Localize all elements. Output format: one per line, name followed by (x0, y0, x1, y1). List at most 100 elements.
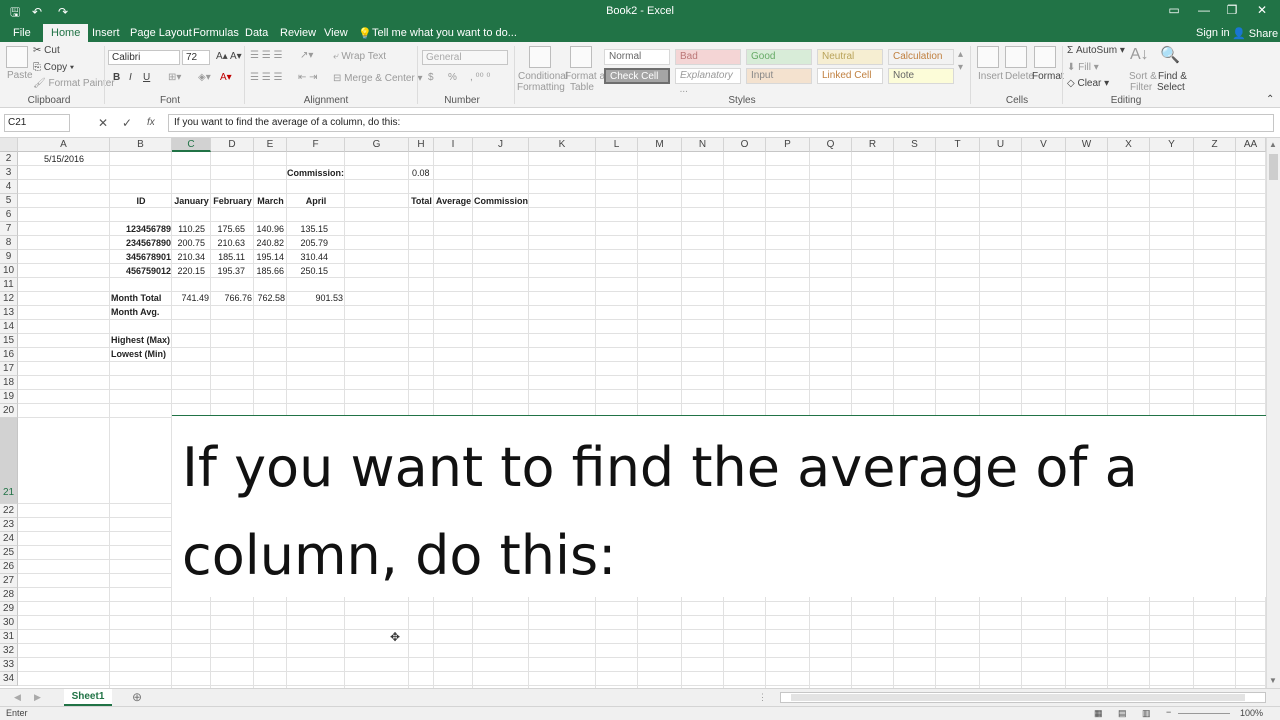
style-normal[interactable]: Normal (604, 49, 670, 65)
italic-button[interactable]: I (129, 72, 132, 83)
row-header-33[interactable]: 33 (0, 658, 18, 672)
autosum-button[interactable]: Σ AutoSum ▾ (1067, 45, 1125, 56)
style-neutral[interactable]: Neutral (817, 49, 883, 65)
format-as-table-icon[interactable] (570, 46, 592, 68)
row-header-11[interactable]: 11 (0, 278, 18, 292)
find-select-label-2[interactable]: Select (1157, 82, 1185, 93)
indent-icon[interactable]: ⇤ ⇥ (298, 72, 318, 83)
insert-cells-button[interactable]: Insert (978, 71, 1003, 82)
close-icon[interactable]: ✕ (1252, 3, 1272, 17)
zoom-level[interactable]: 100% (1240, 708, 1263, 718)
sheet-tab-sheet1[interactable]: Sheet1 (64, 689, 112, 706)
column-header-i[interactable]: I (434, 138, 473, 152)
font-name-select[interactable]: Calibri (108, 50, 180, 65)
cell-january[interactable]: 210.34 (172, 250, 205, 264)
row-header-9[interactable]: 9 (0, 250, 18, 264)
style-bad[interactable]: Bad (675, 49, 741, 65)
tab-home[interactable]: Home (43, 24, 89, 42)
style-explanatory[interactable]: Explanatory ... (675, 68, 741, 95)
minimize-icon[interactable]: — (1194, 3, 1214, 17)
row-header-2[interactable]: 2 (0, 152, 18, 166)
merge-center-button[interactable]: ⊟ Merge & Center ▾ (333, 73, 423, 84)
underline-button[interactable]: U (143, 72, 150, 83)
horizontal-scroll-thumb[interactable] (791, 694, 1245, 701)
column-header-h[interactable]: H (409, 138, 434, 152)
formula-input[interactable]: If you want to find the average of a col… (168, 114, 1274, 132)
cell-id[interactable]: 234567890 (110, 236, 171, 250)
style-input[interactable]: Input (746, 68, 812, 84)
cell-april[interactable]: 135.15 (287, 222, 328, 236)
row-header-32[interactable]: 32 (0, 644, 18, 658)
conditional-formatting-label-1[interactable]: Conditional (518, 71, 568, 82)
column-header-u[interactable]: U (980, 138, 1022, 152)
cell-february[interactable]: 175.65 (211, 222, 245, 236)
row-header-5[interactable]: 5 (0, 194, 18, 208)
cell-january[interactable]: 200.75 (172, 236, 205, 250)
month-total-january[interactable]: 741.49 (172, 291, 209, 305)
row-header-23[interactable]: 23 (0, 518, 18, 532)
row-header-18[interactable]: 18 (0, 376, 18, 390)
cut-button[interactable]: ✂ Cut (33, 45, 60, 56)
cell-january[interactable]: 110.25 (172, 222, 205, 236)
column-header-e[interactable]: E (254, 138, 287, 152)
paste-icon[interactable] (6, 46, 28, 68)
header-april[interactable]: April (287, 194, 345, 208)
column-header-p[interactable]: P (766, 138, 810, 152)
style-linked-cell[interactable]: Linked Cell (817, 68, 883, 84)
percent-button[interactable]: % (448, 72, 457, 83)
row-header-6[interactable]: 6 (0, 208, 18, 222)
sign-in-link[interactable]: Sign in (1196, 27, 1230, 39)
tell-me-box[interactable]: Tell me what you want to do... (372, 27, 517, 39)
column-header-j[interactable]: J (473, 138, 529, 152)
page-layout-view-icon[interactable]: ▤ (1118, 708, 1127, 719)
column-header-w[interactable]: W (1066, 138, 1108, 152)
column-header-b[interactable]: B (110, 138, 172, 152)
row-header-14[interactable]: 14 (0, 320, 18, 334)
name-box[interactable]: C21 (4, 114, 70, 132)
delete-cells-button[interactable]: Delete (1005, 71, 1034, 82)
enter-icon[interactable]: ✓ (122, 116, 132, 130)
row-header-17[interactable]: 17 (0, 362, 18, 376)
row-header-34[interactable]: 34 (0, 672, 18, 686)
row-header-3[interactable]: 3 (0, 166, 18, 180)
highest-label[interactable]: Highest (Max) (111, 333, 173, 347)
cell-march[interactable]: 195.14 (254, 250, 284, 264)
currency-button[interactable]: $ (428, 72, 434, 83)
fill-color-icon[interactable]: ◈▾ (198, 72, 211, 83)
find-select-icon[interactable]: 🔍 (1160, 45, 1180, 65)
prev-sheet-icon[interactable]: ◀ (14, 692, 21, 703)
insert-cells-icon[interactable] (977, 46, 999, 68)
cell-february[interactable]: 210.63 (211, 236, 245, 250)
align-left-icon[interactable]: ☰ ☰ ☰ (250, 72, 282, 83)
conditional-formatting-label-2[interactable]: Formatting (517, 82, 565, 93)
column-header-o[interactable]: O (724, 138, 766, 152)
style-check-cell[interactable]: Check Cell (604, 68, 670, 84)
cell-id[interactable]: 456759012 (110, 264, 171, 278)
font-color-icon[interactable]: A▾ (220, 72, 232, 83)
cancel-icon[interactable]: ✕ (98, 116, 108, 130)
orientation-icon[interactable]: ↗▾ (300, 50, 313, 61)
vertical-scrollbar[interactable]: ▲ ▼ (1266, 138, 1280, 688)
styles-scroll-down-icon[interactable]: ▾ (958, 62, 963, 73)
share-button[interactable]: 👤 Share (1232, 27, 1278, 40)
sort-filter-label-1[interactable]: Sort & (1129, 71, 1157, 82)
worksheet-grid[interactable]: A B C D E F G H I J K L M N O P Q R S T U V W X Y Z AA 2 3 4 5 6 7 8 9 10 1… (0, 138, 1266, 688)
header-commission[interactable]: Commission (473, 194, 529, 208)
month-total-label[interactable]: Month Total (111, 291, 171, 305)
cell-april[interactable]: 250.15 (287, 264, 328, 278)
column-header-aa[interactable]: AA (1236, 138, 1266, 152)
wrap-text-button[interactable]: ⤶ Wrap Text (333, 51, 386, 62)
next-sheet-icon[interactable]: ▶ (34, 692, 41, 703)
row-header-19[interactable]: 19 (0, 390, 18, 404)
shrink-font-icon[interactable]: A▾ (230, 51, 242, 62)
header-january[interactable]: January (172, 194, 211, 208)
find-select-label-1[interactable]: Find & (1158, 71, 1187, 82)
column-header-z[interactable]: Z (1194, 138, 1236, 152)
header-february[interactable]: February (211, 194, 254, 208)
column-header-t[interactable]: T (936, 138, 980, 152)
zoom-out-icon[interactable]: − (1166, 707, 1171, 717)
cell-january[interactable]: 220.15 (172, 264, 205, 278)
row-header-25[interactable]: 25 (0, 546, 18, 560)
column-header-f[interactable]: F (287, 138, 345, 152)
cell-march[interactable]: 140.96 (254, 222, 284, 236)
